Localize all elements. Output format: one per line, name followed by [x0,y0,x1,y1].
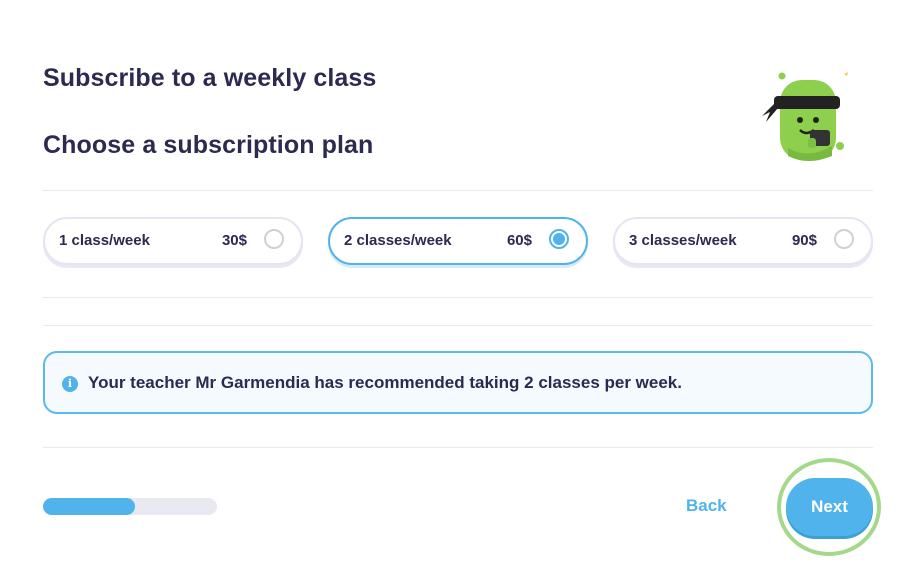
plan-option-2-classes[interactable]: 2 classes/week 60$ [328,217,588,265]
plan-option-1-class[interactable]: 1 class/week 30$ [43,217,303,265]
info-icon: i [62,376,78,392]
notice-text: Your teacher Mr Garmendia has recommende… [88,373,682,392]
divider [43,297,873,298]
radio-button-selected[interactable] [549,229,569,249]
radio-button[interactable] [834,229,854,249]
plan-price: 30$ [221,232,247,249]
section-title: Choose a subscription plan [43,131,374,159]
plan-label: 3 classes/week [629,232,737,249]
plan-options: 1 class/week 30$ 2 classes/week 60$ 3 cl… [43,217,873,265]
next-button[interactable]: Next [786,478,873,536]
ninja-monster-mascot-icon [762,72,848,161]
plan-label: 1 class/week [59,232,150,249]
progress-fill [43,498,136,515]
plan-option-3-classes[interactable]: 3 classes/week 90$ [613,217,873,265]
page-title: Subscribe to a weekly class [43,64,377,92]
radio-button[interactable] [264,229,284,249]
divider [43,190,873,191]
plan-label: 2 classes/week [344,232,452,249]
divider [43,447,873,448]
back-button[interactable]: Back [686,496,727,516]
divider [43,325,873,326]
progress-bar [43,498,217,515]
plan-price: 60$ [506,232,532,249]
plan-price: 90$ [791,232,817,249]
recommendation-notice: i Your teacher Mr Garmendia has recommen… [43,351,873,414]
